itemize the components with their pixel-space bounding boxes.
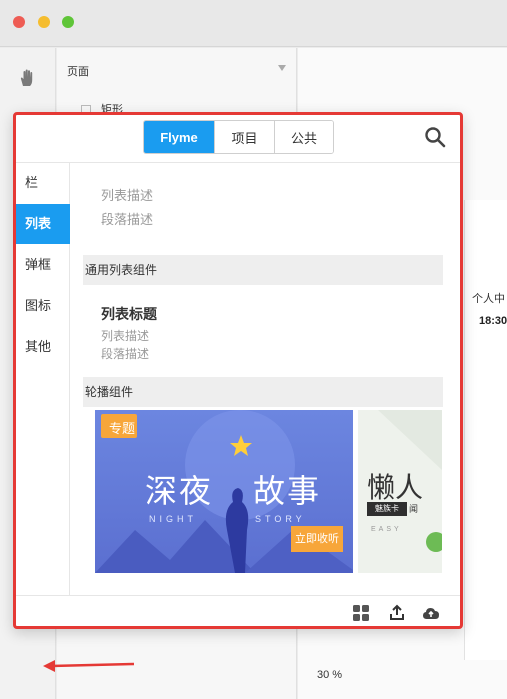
- maximize-window-button[interactable]: [62, 16, 74, 28]
- tab-flyme[interactable]: Flyme: [144, 121, 214, 153]
- zoom-level[interactable]: 30 %: [317, 669, 342, 681]
- tab-public[interactable]: 公共: [274, 121, 333, 153]
- panel-footer: [16, 595, 460, 626]
- minimize-window-button[interactable]: [38, 16, 50, 28]
- banner-headline-left: 深夜: [145, 473, 214, 509]
- list-item-desc: 列表描述: [101, 329, 150, 343]
- artboard-label: 个人中: [472, 293, 505, 305]
- search-icon[interactable]: [424, 126, 446, 148]
- list-desc: 列表描述: [101, 188, 154, 203]
- banner2-chip-tail: 闻: [409, 504, 419, 514]
- upload-icon[interactable]: [388, 604, 406, 622]
- banner-sub-left: NIGHT: [149, 514, 197, 524]
- component-library-panel: Flyme 项目 公共 栏 列表 弹框 图标 其他 列表描述 段落描述 通用列表…: [13, 112, 463, 629]
- section-header-carousel: 轮播组件: [83, 377, 443, 407]
- list-desc-partial: [101, 163, 105, 170]
- grid-icon[interactable]: [352, 604, 370, 622]
- banner-tag: 专题: [109, 421, 136, 436]
- carousel-component[interactable]: 专题 深夜 故事 NIGHT STORY 立即收听 懒人 魅族卡 闻 EASY: [95, 410, 460, 573]
- sidebar-item-dialog[interactable]: 弹框: [16, 245, 70, 285]
- list-item-para: 段落描述: [101, 347, 150, 361]
- sidebar-item-list[interactable]: 列表: [16, 204, 70, 244]
- banner2-chip: 魅族卡: [367, 502, 407, 516]
- artboard-time: 18:30: [479, 315, 507, 327]
- panel-header: Flyme 项目 公共: [16, 115, 460, 163]
- library-tabs: Flyme 项目 公共: [143, 120, 334, 154]
- page-selector-label[interactable]: 页面: [67, 63, 89, 79]
- listen-now-button[interactable]: 立即收听: [291, 526, 343, 552]
- category-sidebar: 栏 列表 弹框 图标 其他: [16, 163, 70, 595]
- hand-icon[interactable]: [17, 68, 37, 88]
- sidebar-item-other[interactable]: 其他: [16, 327, 70, 367]
- annotation-arrow-icon: [43, 660, 135, 672]
- banner-sub-right: STORY: [255, 514, 306, 524]
- banner2-headline: 懒人: [367, 472, 424, 503]
- banner2-sub: EASY: [371, 526, 402, 533]
- close-window-button[interactable]: [13, 16, 25, 28]
- tab-project[interactable]: 项目: [214, 121, 274, 153]
- chevron-down-icon[interactable]: [278, 65, 286, 71]
- section-header-common-list: 通用列表组件: [83, 255, 443, 285]
- cloud-upload-icon[interactable]: [422, 604, 440, 622]
- title-bar: [0, 0, 507, 47]
- list-item-title[interactable]: 列表标题: [101, 304, 157, 324]
- component-list: 列表描述 段落描述 通用列表组件 列表标题 列表描述 段落描述 轮播组件 专题 …: [71, 163, 460, 595]
- sidebar-item-bar[interactable]: 栏: [16, 163, 70, 203]
- banner-headline-right: 故事: [253, 473, 322, 509]
- artboard[interactable]: [464, 200, 507, 660]
- paragraph-desc: 段落描述: [101, 212, 154, 227]
- sidebar-item-icon[interactable]: 图标: [16, 286, 70, 326]
